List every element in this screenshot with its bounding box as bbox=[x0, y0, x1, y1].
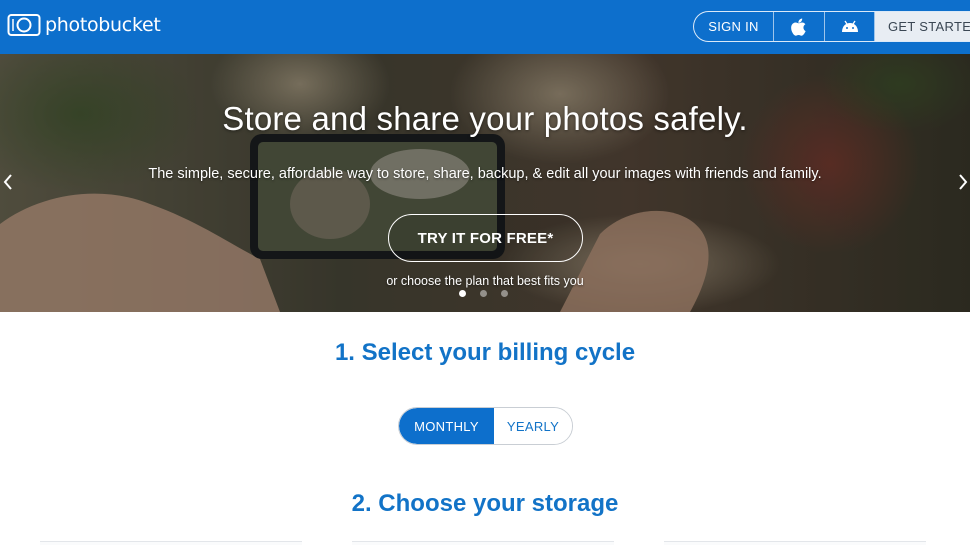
yearly-option[interactable]: YEARLY bbox=[494, 408, 572, 444]
storage-heading: 2. Choose your storage bbox=[351, 490, 619, 517]
hero-title: Store and share your photos safely. bbox=[222, 100, 748, 137]
sign-in-button[interactable]: SIGN IN bbox=[694, 12, 774, 41]
ios-app-button[interactable] bbox=[774, 12, 825, 41]
plan-card-edge bbox=[40, 541, 302, 545]
carousel-dot-3[interactable] bbox=[501, 290, 508, 297]
plan-card-edge bbox=[352, 541, 614, 545]
try-free-button[interactable]: TRY IT FOR FREE* bbox=[388, 214, 583, 262]
photobucket-logo[interactable]: photobucket bbox=[7, 11, 161, 39]
hero-carousel: Store and share your photos safely. The … bbox=[0, 54, 970, 312]
carousel-dot-2[interactable] bbox=[480, 290, 487, 297]
carousel-indicators bbox=[459, 290, 508, 297]
get-started-button[interactable]: GET STARTED bbox=[875, 12, 970, 41]
monthly-option[interactable]: MONTHLY bbox=[399, 408, 494, 444]
carousel-dot-1[interactable] bbox=[459, 290, 466, 297]
billing-cycle-heading: 1. Select your billing cycle bbox=[334, 339, 636, 366]
billing-cycle-toggle: MONTHLY YEARLY bbox=[398, 407, 573, 445]
plan-card-edge bbox=[664, 541, 926, 545]
camera-logo-icon bbox=[7, 14, 41, 36]
logo-wordmark: photobucket bbox=[45, 14, 161, 36]
top-navbar: photobucket SIGN IN GET STARTED bbox=[0, 0, 970, 54]
header-nav: SIGN IN GET STARTED bbox=[693, 11, 970, 42]
android-icon bbox=[841, 20, 858, 32]
hero-subtitle: The simple, secure, affordable way to st… bbox=[148, 166, 822, 182]
apple-icon bbox=[791, 18, 806, 36]
choose-plan-link[interactable]: or choose the plan that best fits you bbox=[0, 274, 970, 288]
android-app-button[interactable] bbox=[825, 12, 875, 41]
